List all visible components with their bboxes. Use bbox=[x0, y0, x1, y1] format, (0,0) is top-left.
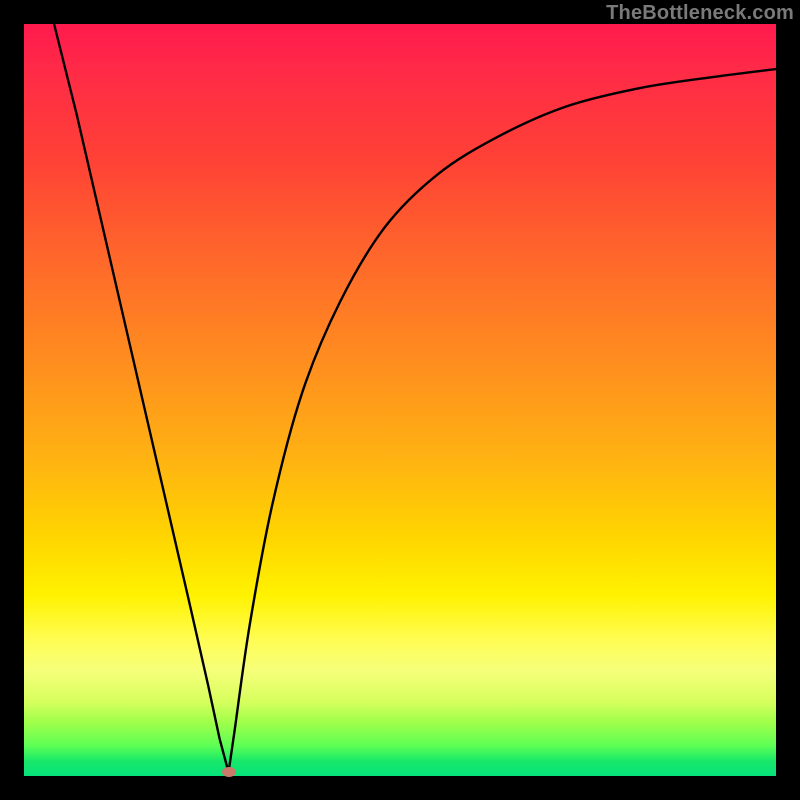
watermark-text: TheBottleneck.com bbox=[606, 2, 794, 25]
curve-right-segment bbox=[229, 69, 776, 772]
curve-left-segment bbox=[54, 24, 228, 772]
bottleneck-curve bbox=[24, 24, 776, 776]
plot-area bbox=[24, 24, 776, 776]
chart-frame: TheBottleneck.com bbox=[0, 0, 800, 800]
